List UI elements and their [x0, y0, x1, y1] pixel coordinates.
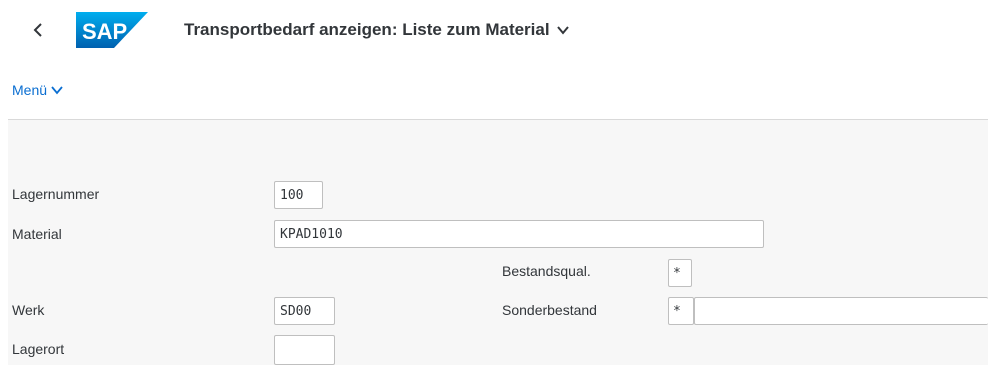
- material-field[interactable]: [274, 220, 764, 248]
- werk-label: Werk: [12, 302, 45, 318]
- lagernummer-label: Lagernummer: [12, 186, 100, 202]
- chevron-left-icon: [33, 23, 42, 37]
- material-input[interactable]: [280, 226, 758, 242]
- page-title[interactable]: Transportbedarf anzeigen: Liste zum Mate…: [184, 20, 570, 40]
- material-label: Material: [12, 226, 62, 242]
- werk-input[interactable]: [280, 303, 329, 319]
- lagerort-field[interactable]: [274, 335, 335, 365]
- sonderbestand-input-2[interactable]: [700, 303, 983, 319]
- svg-text:SAP: SAP: [82, 19, 127, 44]
- sonderbestand-input[interactable]: [673, 303, 689, 319]
- sap-logo: SAP: [76, 12, 148, 48]
- chevron-down-icon: [556, 26, 569, 35]
- lagernummer-field[interactable]: [274, 181, 323, 209]
- bestandsqual-label: Bestandsqual.: [502, 263, 591, 279]
- sonderbestand-label: Sonderbestand: [502, 302, 597, 318]
- chevron-down-icon: [51, 86, 63, 95]
- back-button[interactable]: [28, 18, 48, 42]
- werk-field[interactable]: [274, 297, 335, 325]
- sonderbestand-field[interactable]: [668, 297, 694, 325]
- bestandsqual-field[interactable]: [668, 259, 692, 287]
- lagerort-label: Lagerort: [12, 341, 65, 357]
- lagerort-input[interactable]: [280, 342, 329, 358]
- menu-button[interactable]: Menü: [12, 82, 63, 98]
- page-title-text: Transportbedarf anzeigen: Liste zum Mate…: [184, 20, 550, 39]
- lagernummer-input[interactable]: [280, 187, 317, 203]
- bestandsqual-input[interactable]: [673, 265, 687, 281]
- menu-label: Menü: [12, 82, 48, 98]
- shell-bar: SAP Transportbedarf anzeigen: Liste zum …: [0, 0, 988, 66]
- sonderbestand-field-2[interactable]: [694, 297, 988, 325]
- selection-screen: Lagernummer Material Bestandsqual. Werk …: [8, 120, 988, 365]
